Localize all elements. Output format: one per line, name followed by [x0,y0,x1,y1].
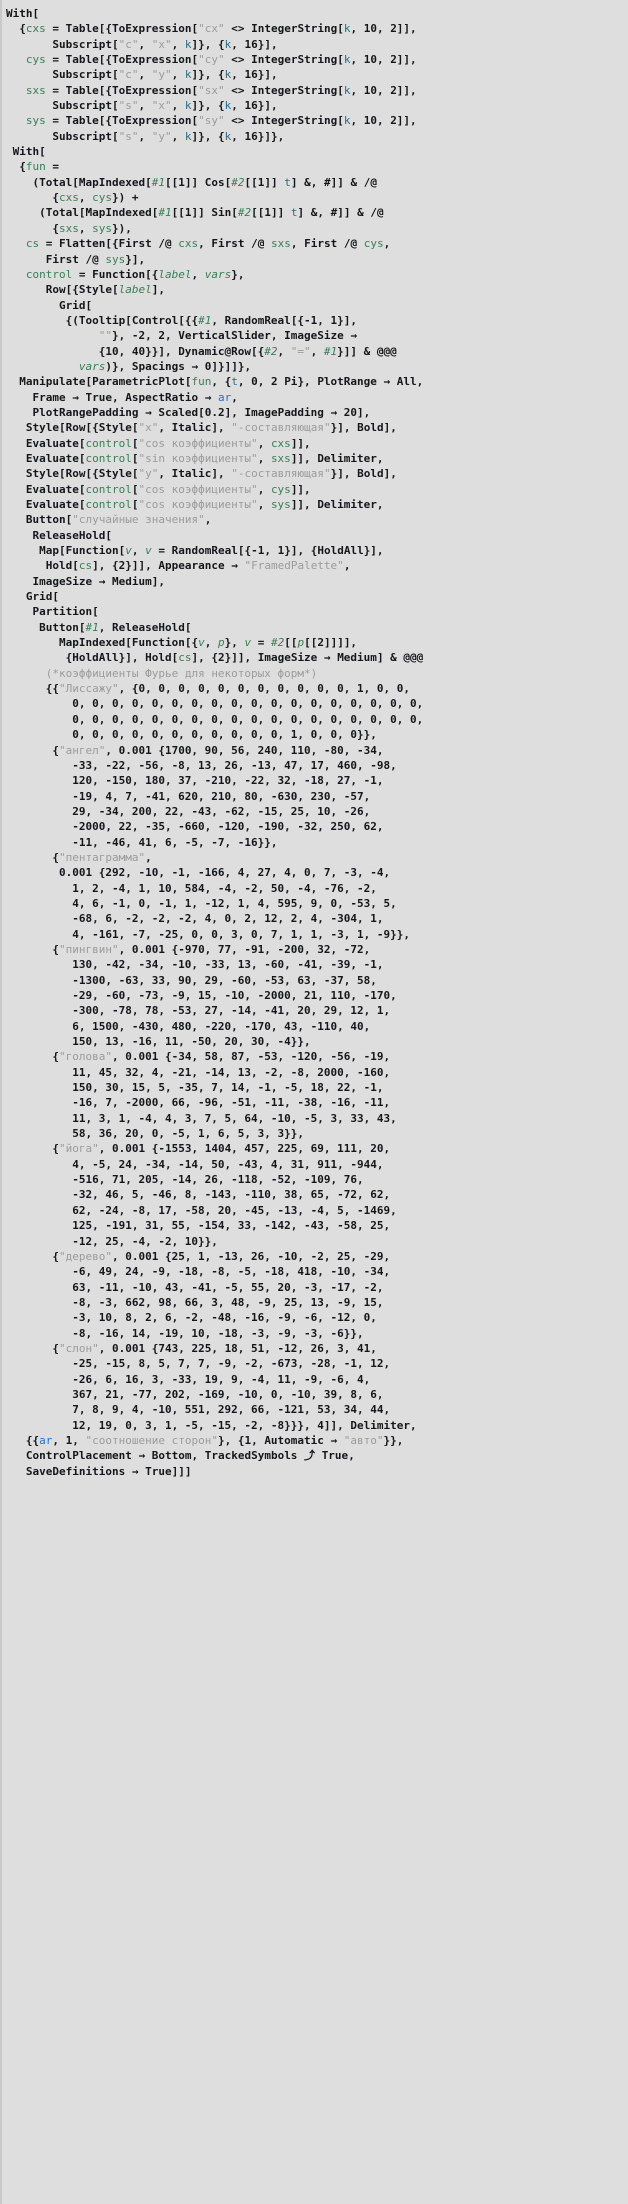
code-line: {cxs = Table[{ToExpression["cx" <> Integ… [6,22,417,36]
code-line: sxs = Table[{ToExpression["sx" <> Intege… [25,83,417,97]
code-line: 4, -5, 24, -34, -14, 50, -43, 4, 31, 911… [6,1157,384,1171]
code-line: -516, 71, 205, -14, 26, -118, -52, -109,… [6,1173,364,1187]
code-line: 11, 3, 1, -4, 4, 3, 7, 5, 64, -10, -5, 3… [6,1111,397,1125]
code-line: Map[Function[v, v = RandomReal[{-1, 1}],… [39,544,384,558]
code-line: -25, -15, 8, 5, 7, 7, -9, -2, -673, -28,… [6,1357,391,1371]
code-line: -8, -3, 662, 98, 66, 3, 48, -9, 25, 13, … [6,1295,384,1309]
code-line: cys = Table[{ToExpression["cy" <> Intege… [25,53,417,67]
code-line: {"йога", 0.001 {-1553, 1404, 457, 225, 6… [6,1142,391,1156]
code-line: 6, 1500, -430, 480, -220, -170, 43, -110… [6,1019,371,1033]
code-line: With[ [12,145,46,159]
code-line: 125, -191, 31, 55, -154, 33, -142, -43, … [6,1219,391,1233]
code-line: Style[Row[{Style["x", Italic], "-составл… [25,421,397,435]
code-line: 367, 21, -77, 202, -169, -10, 0, -10, 39… [6,1387,384,1401]
code-line: PlotRangePadding → Scaled[0.2], ImagePad… [32,405,371,419]
code-line: 62, -24, -8, 17, -58, 20, -45, -13, -4, … [6,1203,397,1217]
code-line: {"пентаграмма", [6,850,152,864]
code-line: control = Function[{label, vars}, [25,267,245,281]
code-line: -19, 4, 7, -41, 620, 210, 80, -630, 230,… [6,789,371,803]
code-line: 150, 30, 15, 5, -35, 7, 14, -1, -5, 18, … [6,1081,384,1095]
code-line: 63, -11, -10, 43, -41, -5, 55, 20, -3, -… [6,1280,384,1294]
code-line: Grid[ [25,590,59,604]
code-line: {"голова", 0.001 {-34, 58, 87, -53, -120… [6,1050,391,1064]
code-line: ReleaseHold[ [32,528,112,542]
code-line: Subscript["s", "y", k]}, {k, 16}]}, [52,129,285,143]
code-line: {(Tooltip[Control[{{#1, RandomReal[{-1, … [6,313,358,327]
code-line: Frame → True, AspectRatio → ar, [32,390,238,404]
code-line: MapIndexed[Function[{v, p}, v = #2[[p[[2… [58,636,358,650]
code-line: cs = Flatten[{First /@ cxs, First /@ sxs… [25,237,391,251]
code-line: First /@ sys}], [45,252,146,266]
code-line: {{ar, 1, "соотношение сторон"}, {1, Auto… [6,1433,404,1447]
code-line: (Total[MapIndexed[#1[[1]] Cos[#2[[1]] t]… [6,175,377,189]
code-line: 0, 0, 0, 0, 0, 0, 0, 0, 0, 0, 0, 1, 0, 0… [6,728,377,742]
code-line: 12, 19, 0, 3, 1, -5, -15, -2, -8}}}, 4]]… [6,1418,417,1432]
code-line: 1, 2, -4, 1, 10, 584, -4, -2, 50, -4, -7… [6,881,377,895]
code-line: 130, -42, -34, -10, -33, 13, -60, -41, -… [6,958,384,972]
code-line: 0, 0, 0, 0, 0, 0, 0, 0, 0, 0, 0, 0, 0, 0… [6,712,424,726]
code-line: Hold[cs], {2}]], Appearance → "FramedPal… [45,559,351,573]
code-line: ControlPlacement → Bottom, TrackedSymbol… [25,1449,355,1463]
code-line: {"дерево", 0.001 {25, 1, -13, 26, -10, -… [6,1249,391,1263]
code-line: Manipulate[ParametricPlot[fun, {t, 0, 2 … [19,375,424,389]
code-line: -11, -46, 41, 6, -5, -7, -16}}, [6,835,278,849]
code-line: 150, 13, -16, 11, -50, 20, 30, -4}}, [6,1035,311,1049]
code-line: -1300, -63, 33, 90, 29, -60, -53, 63, -3… [6,973,377,987]
code-line: ImageSize → Medium], [32,574,165,588]
code-line: {cxs, cys}) + [6,191,139,205]
notebook-input-cell[interactable]: With[ {cxs = Table[{ToExpression["cx" <>… [0,0,628,2204]
code-line: 120, -150, 180, 37, -210, -22, 32, -18, … [6,774,384,788]
code-line: With[ [6,7,40,20]
code-line: -29, -60, -73, -9, 15, -10, -2000, 21, 1… [6,989,397,1002]
code-line: 4, -161, -7, -25, 0, 0, 3, 0, 7, 1, 1, -… [6,927,410,941]
code-line: -68, 6, -2, -2, -2, 4, 0, 2, 12, 2, 4, -… [6,912,384,926]
code-line: 0, 0, 0, 0, 0, 0, 0, 0, 0, 0, 0, 0, 0, 0… [6,697,424,711]
code-line: Style[Row[{Style["y", Italic], "-составл… [25,467,397,481]
code-line: Subscript["c", "y", k]}, {k, 16}], [52,68,278,82]
code-line: Grid[ [58,298,93,312]
code-line: -33, -22, -56, -8, 13, 26, -13, 47, 17, … [6,758,397,772]
code-line: sys = Table[{ToExpression["sy" <> Intege… [25,114,417,128]
code-line: -26, 6, 16, 3, -33, 19, 9, -4, 11, -9, -… [6,1372,371,1386]
code-line: {fun = [6,160,59,174]
code-line: (*коэффициенты Фурье для некоторых форм*… [45,666,318,680]
code-line: 7, 8, 9, 4, -10, 551, 292, 66, -121, 53,… [6,1403,391,1417]
code-block[interactable]: With[ {cxs = Table[{ToExpression["cx" <>… [0,6,628,1479]
code-line: (Total[MapIndexed[#1[[1]] Sin[#2[[1]] t]… [6,206,384,220]
code-line: {sxs, sys}), [6,221,132,235]
code-line: -16, 7, -2000, 66, -96, -51, -11, -38, -… [6,1096,391,1110]
code-line: {"пингвин", 0.001 {-970, 77, -91, -200, … [6,942,371,956]
code-line: Evaluate[control["cos коэффициенты", cys… [25,482,311,496]
code-line: -12, 25, -4, -2, 10}}, [6,1234,218,1248]
code-line: 0.001 {292, -10, -1, -166, 4, 27, 4, 0, … [6,866,391,880]
code-line: Partition[ [32,605,99,619]
code-line: ""}, -2, 2, VerticalSlider, ImageSize → [98,329,358,343]
code-line: -32, 46, 5, -46, 8, -143, -110, 38, 65, … [6,1188,391,1202]
code-line: -6, 49, 24, -9, -18, -8, -5, -18, 418, -… [6,1265,391,1279]
code-line: -2000, 22, -35, -660, -120, -190, -32, 2… [6,820,384,834]
code-line: Evaluate[control["cos коэффициенты", cxs… [25,436,311,450]
code-line: -300, -78, 78, -53, 27, -14, -41, 20, 29… [6,1004,391,1018]
code-line: -8, -16, 14, -19, 10, -18, -3, -9, -3, -… [6,1326,364,1340]
code-line: {10, 40}}], Dynamic@Row[{#2, "=", #1}]] … [6,344,397,358]
code-line: {HoldAll}], Hold[cs], {2}]], ImageSize →… [6,651,424,665]
code-line: 58, 36, 20, 0, -5, 1, 6, 5, 3, 3}}, [6,1127,305,1141]
code-line: {{"Лиссажу", {0, 0, 0, 0, 0, 0, 0, 0, 0,… [6,682,410,696]
code-line: 4, 6, -1, 0, -1, 1, -12, 1, 4, 595, 9, 0… [6,896,397,910]
code-line: -3, 10, 8, 2, 6, -2, -48, -16, -9, -6, -… [6,1311,377,1325]
code-line: Evaluate[control["cos коэффициенты", sys… [25,498,384,511]
code-line: Button["случайные значения", [25,513,212,527]
code-line: 11, 45, 32, 4, -21, -14, 13, -2, -8, 200… [6,1065,391,1079]
code-line: vars)}, Spacings → 0]}]]}, [78,359,252,373]
code-line: {"слон", 0.001 {743, 225, 18, 51, -12, 2… [6,1341,377,1355]
code-line: 29, -34, 200, 22, -43, -62, -15, 25, 10,… [6,804,371,818]
code-line: Row[{Style[label], [45,283,165,297]
code-line: SaveDefinitions → True]]] [25,1464,192,1478]
code-line: Subscript["c", "x", k]}, {k, 16}], [52,37,278,51]
code-line: {"ангел", 0.001 {1700, 90, 56, 240, 110,… [6,743,384,757]
code-line: Evaluate[control["sin коэффициенты", sxs… [25,451,384,465]
code-line: Subscript["s", "x", k]}, {k, 16}], [52,99,278,113]
code-line: Button[#1, ReleaseHold[ [39,620,192,634]
